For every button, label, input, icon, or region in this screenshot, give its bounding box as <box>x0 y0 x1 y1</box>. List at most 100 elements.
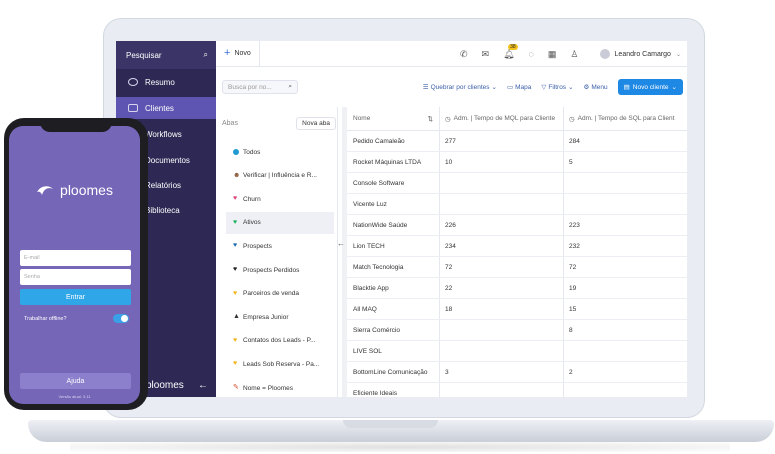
new-button-label: Novo <box>234 50 251 57</box>
tabs-header: Abas Nova aba <box>222 115 336 131</box>
metric-cell: 3 <box>445 369 449 376</box>
tab-item[interactable]: Todos <box>226 141 334 163</box>
collapse-sidebar-icon[interactable]: ← <box>198 380 208 391</box>
login-button[interactable]: Entrar <box>20 289 131 305</box>
tab-item[interactable]: ♥ Churn <box>226 188 334 210</box>
metric-cell: 10 <box>445 159 453 166</box>
map-button[interactable]: ▭ Mapa <box>507 83 532 92</box>
app-version: Versão atual: 3.11 <box>58 394 91 399</box>
notification-badge: 38 <box>508 43 518 50</box>
table-row[interactable]: Lion TECH 234 232 <box>347 236 687 257</box>
table-row[interactable]: Pedido Camaleão 277 284 <box>347 131 687 152</box>
collapse-tabs-icon[interactable]: ← <box>337 239 345 248</box>
password-field[interactable]: Senha <box>20 269 131 285</box>
heart-icon: ♥ <box>233 336 238 344</box>
avatar <box>599 49 610 59</box>
tab-item[interactable]: ♥ Leads Sob Reserva - Pa... <box>226 353 334 375</box>
tab-item-label: Ativos <box>243 219 261 227</box>
bell-icon[interactable]: 🔔︎ 38 <box>503 43 518 60</box>
column-header-mql[interactable]: ◷ Adm. | Tempo de MQL para Cliente <box>439 107 563 131</box>
sidebar-item-resumo[interactable]: Resumo <box>116 71 216 93</box>
metric-cell: 232 <box>569 243 580 250</box>
metric-cell: 234 <box>445 243 456 250</box>
sort-icon[interactable]: ⇅ <box>428 115 433 123</box>
offline-label: Trabalhar offline? <box>24 315 67 322</box>
column-header-sql[interactable]: ◷ Adm. | Tempo de SQL para Client <box>563 107 687 131</box>
client-name-cell: Pedido Camaleão <box>353 138 405 145</box>
client-name-cell: Blacktie App <box>353 285 389 292</box>
map-label: Mapa <box>515 83 532 91</box>
menu-button[interactable]: ⚙ Menu <box>584 83 608 92</box>
toolbar: Busca por no... ⌕ ☰ Quebrar por clientes… <box>216 67 687 107</box>
help-button[interactable]: Ajuda <box>20 373 131 389</box>
table-row[interactable]: Sierra Comércio 8 <box>347 320 687 341</box>
tab-item[interactable]: ☻ Verificar | Influência e R... <box>226 165 334 187</box>
heart-icon: ♥ <box>233 289 238 297</box>
phone-brand-name: ploomes <box>60 182 113 198</box>
column-header-nome[interactable]: Nome ⇅ <box>347 107 439 131</box>
email-field[interactable]: E-mail <box>20 250 131 266</box>
metric-cell: 277 <box>445 138 456 145</box>
table-row[interactable]: Match Tecnologia 72 72 <box>347 257 687 278</box>
metric-cell: 284 <box>569 138 580 145</box>
table-row[interactable]: Rocket Máquinas LTDA 10 5 <box>347 152 687 173</box>
table-row[interactable]: All MAQ 18 15 <box>347 299 687 320</box>
metric-cell <box>439 341 445 362</box>
tab-item-label: Churn <box>243 195 261 203</box>
mail-icon[interactable]: ✉ <box>482 49 490 60</box>
tab-item[interactable]: ♥ Ativos <box>226 211 334 234</box>
metric-cell <box>439 194 445 215</box>
heart-icon: ♥ <box>233 360 238 368</box>
column-header-label: Adm. | Tempo de MQL para Cliente <box>453 115 556 122</box>
table-row[interactable]: Vicente Luz <box>347 194 687 215</box>
top-icon-group: ✆ ✉ 🔔︎ 38 ◌ ▦ ♙ <box>460 41 578 67</box>
phone-screen: ploomes E-mail Senha Entrar Trabalhar of… <box>9 126 140 404</box>
phone-logo: ploomes <box>9 182 140 198</box>
phone-icon[interactable]: ✆ <box>460 49 468 60</box>
table-row[interactable]: Console Software <box>347 173 687 194</box>
calendar-icon[interactable]: ▦ <box>548 49 557 60</box>
table-row[interactable]: BottomLine Comunicação 3 2 <box>347 362 687 383</box>
table-row[interactable]: LIVE SOL <box>347 341 687 362</box>
phone-notch <box>40 118 112 132</box>
metric-cell <box>563 383 569 397</box>
search-icon: ⌕ <box>288 83 292 90</box>
contact-card-icon[interactable]: ♙ <box>570 49 578 60</box>
tab-item[interactable]: ♥ Parceiros de venda <box>226 283 334 305</box>
metric-cell <box>439 383 445 397</box>
metric-cell <box>563 173 569 194</box>
tab-item[interactable]: ♥ Contatos dos Leads - P... <box>226 330 334 352</box>
tabs-title: Abas <box>222 119 238 127</box>
heart-icon: ♥ <box>233 266 238 273</box>
metric-cell: 226 <box>445 222 456 229</box>
menu-label: Menu <box>591 83 608 91</box>
column-header-label: Nome <box>353 115 371 122</box>
new-tab-button[interactable]: Nova aba <box>296 116 336 130</box>
filters-button[interactable]: ▽ Filtros ⌄ <box>541 83 573 92</box>
table-row[interactable]: Blacktie App 22 19 <box>347 278 687 299</box>
table-row[interactable]: Eficiente Ideais <box>347 383 687 397</box>
tab-item[interactable]: ♥ Prospects Perdidos <box>226 259 334 281</box>
client-name-cell: BottomLine Comunicação <box>353 369 428 376</box>
new-client-button[interactable]: ▤ Novo cliente ⌄ <box>617 79 683 95</box>
heart-icon: ♥ <box>233 195 238 203</box>
search-input[interactable]: Busca por no... ⌕ <box>222 80 298 94</box>
offline-toggle[interactable] <box>113 314 129 323</box>
tab-item[interactable]: ✎ Nome = Ploomes <box>226 377 334 397</box>
client-name-cell: Sierra Comércio <box>353 327 400 334</box>
filter-icon: ▽ <box>541 84 547 91</box>
sidebar-item-clientes[interactable]: Clientes <box>116 97 216 119</box>
app-window: Pesquisar ⌕ Resumo Clientes Workflows Do… <box>116 41 687 397</box>
tab-item-label: Prospects <box>243 242 272 250</box>
table-row[interactable]: NationWide Saúde 226 223 <box>347 215 687 236</box>
user-menu[interactable]: Leandro Camargo ⌄ <box>599 41 681 67</box>
chat-icon[interactable]: ◌ <box>529 49 534 59</box>
tab-item-label: Parceiros de venda <box>243 290 300 298</box>
metric-cell: 72 <box>445 264 453 271</box>
client-name-cell: Vicente Luz <box>353 201 387 208</box>
tab-item[interactable]: ▲ Empresa Junior <box>226 306 334 328</box>
sidebar-search[interactable]: Pesquisar ⌕ <box>116 41 216 69</box>
tab-item[interactable]: ♥ Prospects <box>226 235 334 257</box>
new-button[interactable]: + Novo <box>216 41 260 67</box>
group-by-button[interactable]: ☰ Quebrar por clientes ⌄ <box>423 83 497 92</box>
